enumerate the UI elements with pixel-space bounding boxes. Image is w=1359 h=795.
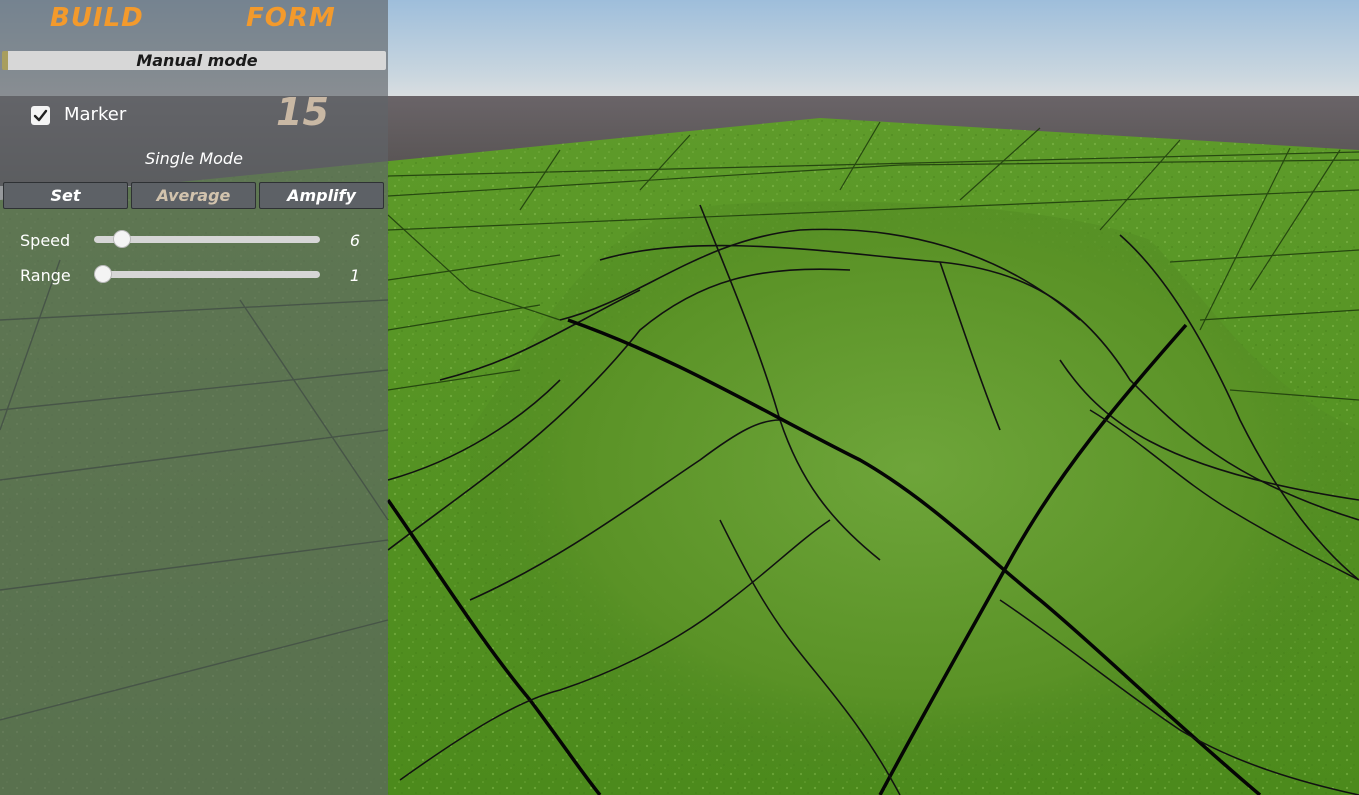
- amplify-button[interactable]: Amplify: [259, 182, 384, 209]
- range-value: 1: [349, 266, 360, 285]
- speed-label: Speed: [20, 231, 71, 250]
- marker-checkbox[interactable]: [31, 106, 50, 125]
- speed-value: 6: [349, 231, 360, 250]
- range-slider[interactable]: [94, 265, 320, 283]
- mode-label: Manual mode: [136, 51, 258, 70]
- set-button[interactable]: Set: [3, 182, 128, 209]
- marker-label: Marker: [64, 104, 127, 125]
- mode-toggle-bar[interactable]: Manual mode: [2, 51, 386, 70]
- terrain-tools-panel: BUILD FORM Manual mode Marker 15 Single …: [0, 0, 388, 795]
- average-button[interactable]: Average: [131, 182, 256, 209]
- speed-slider-knob[interactable]: [113, 230, 131, 248]
- single-mode-label[interactable]: Single Mode: [0, 149, 388, 168]
- marker-count: 15: [276, 90, 329, 134]
- range-label: Range: [20, 266, 71, 285]
- checkmark-icon: [33, 109, 48, 122]
- tab-build[interactable]: BUILD: [50, 3, 144, 33]
- range-slider-knob[interactable]: [94, 265, 112, 283]
- speed-slider[interactable]: [94, 230, 320, 248]
- tab-form[interactable]: FORM: [246, 3, 336, 33]
